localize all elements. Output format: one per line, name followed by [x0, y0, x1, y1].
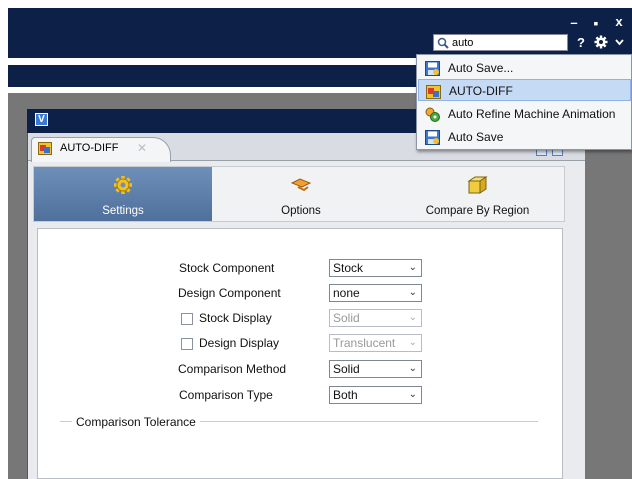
select-value: none — [333, 286, 360, 300]
stock-display-label: Stock Display — [199, 311, 272, 325]
settings-panel — [37, 228, 563, 479]
auto-diff-icon — [426, 85, 441, 99]
gear-icon — [114, 176, 132, 194]
auto-save-icon — [425, 130, 440, 145]
machine-animation-icon — [425, 107, 440, 122]
design-component-label: Design Component — [178, 286, 281, 300]
auto-save-icon — [425, 61, 440, 76]
design-display-checkbox[interactable] — [181, 338, 193, 350]
menu-item-auto-refine-machine-animation[interactable]: Auto Refine Machine Animation — [418, 103, 631, 125]
chevron-down-icon: ⌄ — [408, 363, 417, 374]
menu-item-label: Auto Save — [448, 130, 504, 144]
box-icon — [467, 176, 488, 194]
comparison-tolerance-group: Comparison Tolerance — [72, 415, 200, 429]
minimize-button[interactable]: – — [567, 16, 581, 30]
app-logo-icon: V — [35, 113, 48, 126]
chevron-down-icon: ⌄ — [408, 337, 417, 348]
close-tab-icon[interactable]: ✕ — [137, 141, 147, 155]
chevron-down-icon[interactable] — [615, 38, 624, 46]
design-component-select[interactable]: none ⌄ — [329, 284, 422, 302]
maximize-button[interactable]: ▪ — [589, 16, 603, 30]
mode-label: Compare By Region — [425, 205, 530, 217]
comparison-method-select[interactable]: Solid ⌄ — [329, 360, 422, 378]
menu-item-label: Auto Refine Machine Animation — [448, 107, 616, 121]
search-field[interactable] — [433, 34, 568, 51]
menu-item-auto-save[interactable]: Auto Save — [418, 126, 631, 148]
menu-item-label: AUTO-DIFF — [449, 84, 513, 98]
stock-display-checkbox[interactable] — [181, 313, 193, 325]
menu-item-label: Auto Save... — [448, 61, 514, 75]
stock-component-label: Stock Component — [179, 261, 275, 275]
stock-display-select[interactable]: Solid ⌄ — [329, 309, 422, 327]
select-value: Translucent — [333, 336, 396, 350]
chevron-down-icon: ⌄ — [408, 287, 417, 298]
chevron-down-icon: ⌄ — [408, 262, 417, 273]
select-value: Solid — [333, 362, 360, 376]
comparison-type-select[interactable]: Both ⌄ — [329, 386, 422, 404]
help-button[interactable]: ? — [576, 36, 586, 50]
select-value: Stock — [333, 261, 364, 275]
gear-icon[interactable] — [594, 35, 608, 49]
menu-item-auto-diff[interactable]: AUTO-DIFF — [418, 79, 631, 101]
chevron-down-icon: ⌄ — [408, 389, 417, 400]
comparison-method-label: Comparison Method — [178, 362, 287, 376]
select-value: Both — [333, 388, 358, 402]
close-button[interactable]: x — [612, 15, 626, 29]
mode-options[interactable]: Options — [212, 167, 390, 221]
chevron-down-icon: ⌄ — [408, 312, 417, 323]
search-icon — [437, 37, 449, 49]
comparison-type-label: Comparison Type — [179, 388, 273, 402]
select-value: Solid — [333, 311, 360, 325]
mode-label: Options — [281, 205, 321, 217]
tab-label: AUTO-DIFF — [60, 142, 119, 154]
mode-compare-by-region[interactable]: Compare By Region — [390, 167, 565, 221]
options-icon — [290, 178, 312, 192]
search-input[interactable] — [452, 36, 562, 49]
stock-component-select[interactable]: Stock ⌄ — [329, 259, 422, 277]
mode-tabs: Settings Options Compare By Region — [33, 166, 565, 222]
menu-item-auto-save-dialog[interactable]: Auto Save... — [418, 57, 631, 79]
search-results-dropdown: Auto Save... AUTO-DIFF Auto Refine Machi… — [416, 54, 632, 150]
mode-label: Settings — [102, 205, 144, 217]
auto-diff-icon — [38, 142, 52, 155]
design-display-select[interactable]: Translucent ⌄ — [329, 334, 422, 352]
mode-settings[interactable]: Settings — [34, 167, 212, 221]
design-display-label: Design Display — [199, 336, 280, 350]
